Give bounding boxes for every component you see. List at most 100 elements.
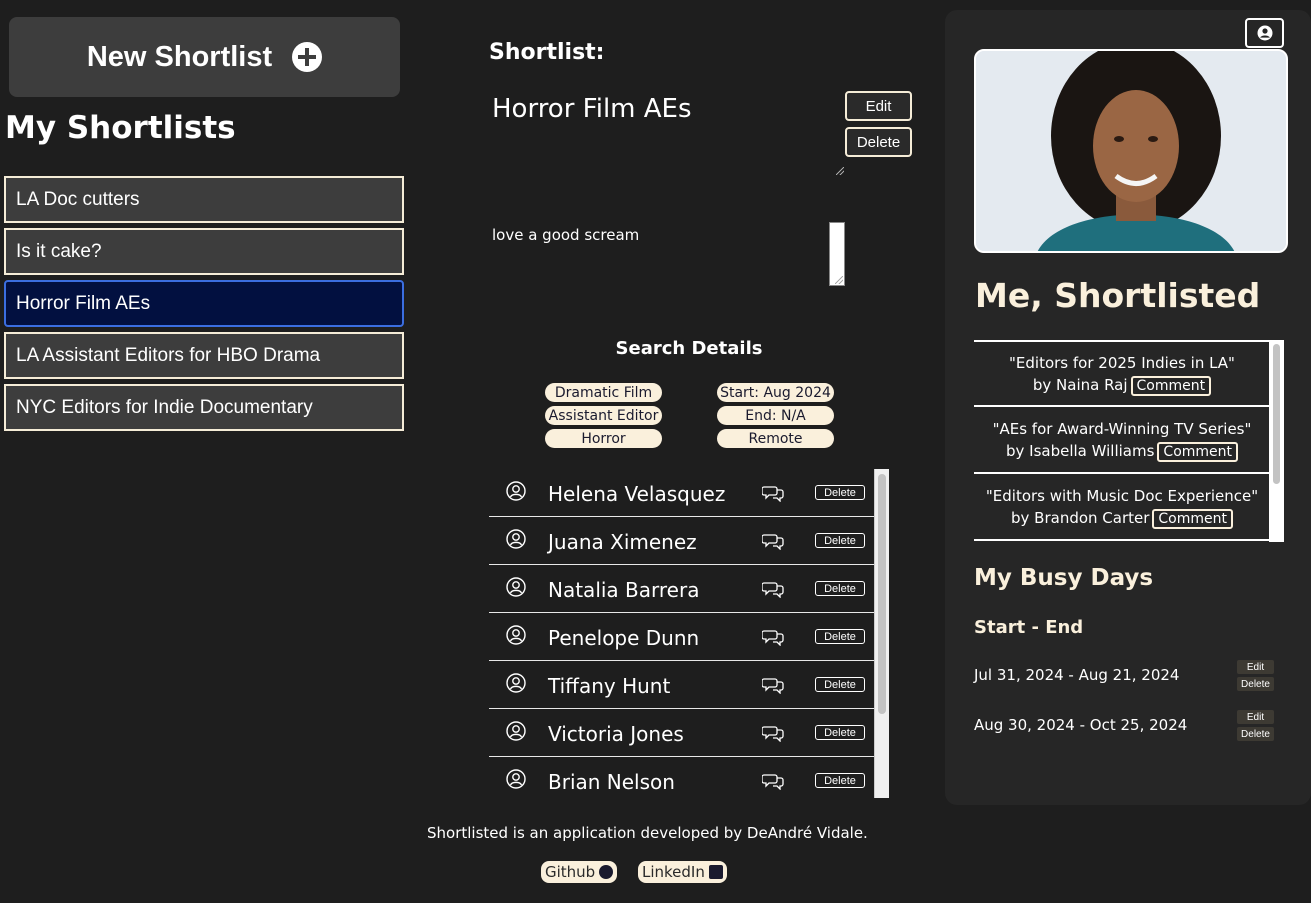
github-icon — [599, 865, 614, 879]
featured-by: by Isabella Williams — [1005, 441, 1155, 460]
shortlist-item[interactable]: LA Doc cutters — [4, 176, 404, 223]
plus-circle-icon — [292, 42, 323, 72]
person-name[interactable]: Brian Nelson — [548, 770, 675, 794]
shortlist-item-label: LA Doc cutters — [16, 188, 140, 210]
github-link[interactable]: Github — [541, 861, 618, 883]
person-row[interactable]: Helena Velasquez Delete — [489, 469, 875, 517]
footer-credit: Shortlisted is an application developed … — [427, 824, 868, 842]
user-icon[interactable] — [506, 481, 526, 501]
busy-range: Jul 31, 2024 - Aug 21, 2024 — [974, 666, 1180, 684]
shortlist-item-label: LA Assistant Editors for HBO Drama — [16, 344, 321, 366]
delete-shortlist-button[interactable]: Delete — [845, 127, 912, 157]
chat-bubbles-icon[interactable] — [761, 628, 784, 647]
scroll-thumb[interactable] — [1273, 344, 1280, 484]
delete-person-button[interactable]: Delete — [815, 725, 865, 740]
profile-photo — [974, 49, 1288, 253]
user-icon[interactable] — [506, 529, 526, 549]
linkedin-label: LinkedIn — [642, 863, 705, 881]
shortlist-item-label: NYC Editors for Indie Documentary — [16, 396, 313, 418]
chat-bubbles-icon[interactable] — [761, 532, 784, 551]
new-shortlist-button[interactable]: New Shortlist — [9, 17, 400, 97]
search-details-heading: Search Details — [615, 338, 763, 359]
tag-pill: End: N/A — [717, 406, 834, 425]
tag-pill: Start: Aug 2024 — [717, 383, 834, 402]
person-row[interactable]: Brian Nelson Delete — [489, 757, 875, 798]
featured-title: "Editors for 2025 Indies in LA" — [1009, 353, 1235, 372]
featured-title: "AEs for Award-Winning TV Series" — [992, 419, 1252, 438]
delete-person-button[interactable]: Delete — [815, 581, 865, 596]
chat-bubbles-icon[interactable] — [761, 484, 784, 503]
people-list: Helena Velasquez Delete Juana Ximenez Delet… — [489, 469, 889, 798]
tag-pill: Dramatic Film — [545, 383, 662, 402]
chat-bubbles-icon[interactable] — [761, 580, 784, 599]
delete-person-button[interactable]: Delete — [815, 485, 865, 500]
featured-title: "Editors with Music Doc Experience" — [985, 486, 1259, 505]
people-scrollbar[interactable] — [874, 469, 889, 798]
shortlist-list: LA Doc cutters Is it cake? Horror Film A… — [4, 176, 404, 436]
delete-person-button[interactable]: Delete — [815, 677, 865, 692]
featured-item: "Editors with Music Doc Experience" by B… — [974, 474, 1270, 541]
comment-button[interactable]: Comment — [1130, 375, 1212, 396]
shortlist-description[interactable]: love a good scream — [492, 226, 639, 244]
my-shortlists-heading: My Shortlists — [5, 110, 236, 146]
person-name[interactable]: Natalia Barrera — [548, 578, 699, 602]
shortlist-label: Shortlist: — [489, 40, 605, 65]
featured-item: "AEs for Award-Winning TV Series" by Isa… — [974, 407, 1270, 474]
delete-person-button[interactable]: Delete — [815, 773, 865, 788]
user-icon[interactable] — [506, 625, 526, 645]
profile-portrait-image — [976, 51, 1286, 251]
featured-scrollbar[interactable] — [1269, 340, 1284, 542]
busy-edit-button[interactable]: Edit — [1237, 660, 1274, 674]
resize-grip-icon[interactable] — [836, 167, 844, 175]
user-icon[interactable] — [506, 721, 526, 741]
tag-pill: Remote — [717, 429, 834, 448]
user-icon[interactable] — [506, 673, 526, 693]
comment-button[interactable]: Comment — [1157, 441, 1239, 462]
featured-item: "Editors for 2025 Indies in LA" by Naina… — [974, 340, 1270, 407]
busy-delete-button[interactable]: Delete — [1237, 677, 1274, 691]
person-name[interactable]: Juana Ximenez — [548, 530, 697, 554]
linkedin-link[interactable]: LinkedIn — [638, 861, 727, 883]
chat-bubbles-icon[interactable] — [761, 676, 784, 695]
shortlist-item-label: Horror Film AEs — [16, 292, 151, 314]
user-icon[interactable] — [506, 577, 526, 597]
shortlist-item-label: Is it cake? — [16, 240, 102, 262]
description-scrollbar[interactable] — [829, 222, 845, 286]
person-name[interactable]: Helena Velasquez — [548, 482, 725, 506]
shortlist-item-active[interactable]: Horror Film AEs — [4, 280, 404, 327]
shortlist-item[interactable]: NYC Editors for Indie Documentary — [4, 384, 404, 431]
edit-shortlist-button[interactable]: Edit — [845, 91, 912, 121]
chat-bubbles-icon[interactable] — [761, 724, 784, 743]
featured-by: by Brandon Carter — [1011, 508, 1150, 527]
person-name[interactable]: Victoria Jones — [548, 722, 684, 746]
featured-by: by Naina Raj — [1032, 375, 1128, 394]
shortlist-item[interactable]: Is it cake? — [4, 228, 404, 275]
busy-days-heading: My Busy Days — [974, 565, 1154, 591]
person-row[interactable]: Penelope Dunn Delete — [489, 613, 875, 661]
scroll-thumb[interactable] — [878, 474, 886, 714]
github-label: Github — [545, 863, 596, 881]
shortlist-item[interactable]: LA Assistant Editors for HBO Drama — [4, 332, 404, 379]
person-name[interactable]: Tiffany Hunt — [548, 674, 670, 698]
person-name[interactable]: Penelope Dunn — [548, 626, 699, 650]
busy-edit-button[interactable]: Edit — [1237, 710, 1274, 724]
person-row[interactable]: Juana Ximenez Delete — [489, 517, 875, 565]
delete-person-button[interactable]: Delete — [815, 533, 865, 548]
delete-person-button[interactable]: Delete — [815, 629, 865, 644]
shortlist-title-text: Horror Film AEs — [492, 94, 692, 124]
profile-button[interactable] — [1245, 18, 1284, 48]
resize-grip-icon[interactable] — [835, 276, 843, 284]
new-shortlist-label: New Shortlist — [86, 40, 273, 73]
featured-list: "Editors for 2025 Indies in LA" by Naina… — [974, 340, 1285, 542]
busy-range: Aug 30, 2024 - Oct 25, 2024 — [974, 716, 1188, 734]
person-row[interactable]: Tiffany Hunt Delete — [489, 661, 875, 709]
shortlist-title-field[interactable]: Horror Film AEs — [489, 88, 845, 176]
busy-delete-button[interactable]: Delete — [1237, 727, 1274, 741]
person-row[interactable]: Natalia Barrera Delete — [489, 565, 875, 613]
tag-pill: Horror — [545, 429, 662, 448]
person-row[interactable]: Victoria Jones Delete — [489, 709, 875, 757]
chat-bubbles-icon[interactable] — [761, 772, 784, 791]
user-icon[interactable] — [506, 769, 526, 789]
comment-button[interactable]: Comment — [1152, 508, 1233, 529]
start-end-label: Start - End — [974, 617, 1084, 638]
